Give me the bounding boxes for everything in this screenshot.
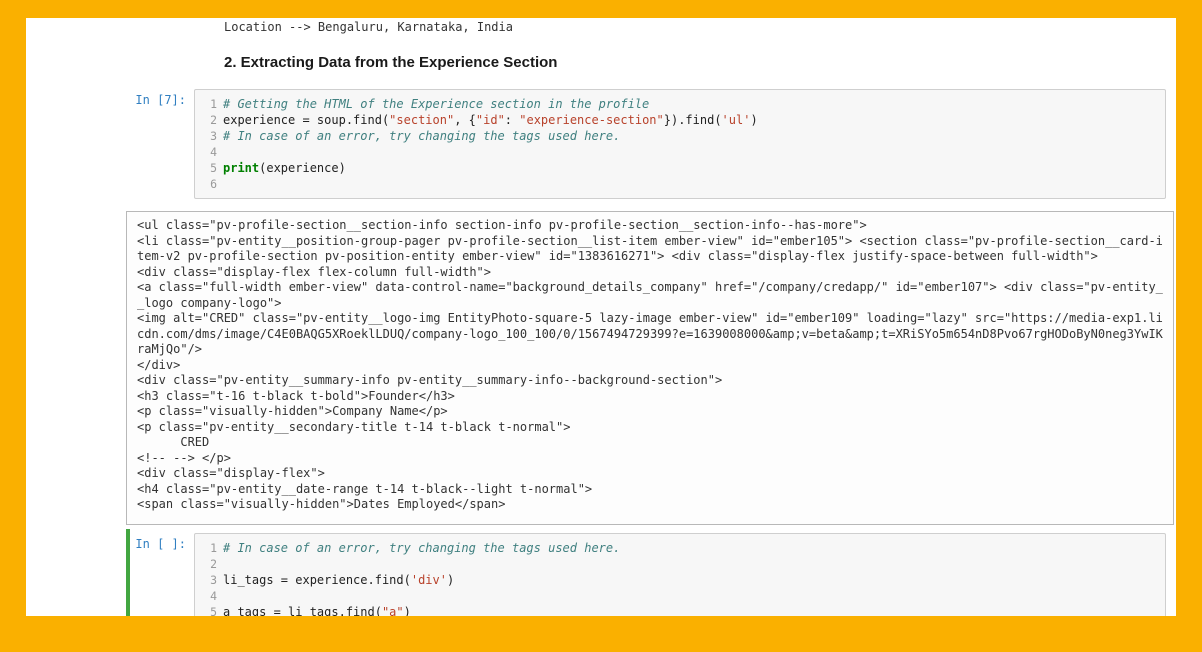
code-input-area[interactable]: 1 2 3 4 5 6 7 # In case of an error, try… xyxy=(194,533,1166,616)
code-cell-7[interactable]: In [7]: 1 2 3 4 5 6 # Getting the HTML o… xyxy=(26,85,1176,203)
cell-output-html[interactable]: <ul class="pv-profile-section__section-i… xyxy=(126,211,1174,525)
code-cell-next[interactable]: In [ ]: 1 2 3 4 5 6 7 # In case of an er… xyxy=(26,529,1176,616)
code-lines[interactable]: # Getting the HTML of the Experience sec… xyxy=(223,96,1157,192)
line-gutter: 1 2 3 4 5 6 xyxy=(199,96,223,192)
code-input-area[interactable]: 1 2 3 4 5 6 # Getting the HTML of the Ex… xyxy=(194,89,1166,199)
markdown-heading: 2. Extracting Data from the Experience S… xyxy=(26,40,1176,85)
notebook-page: Location --> Bengaluru, Karnataka, India… xyxy=(26,18,1176,616)
input-prompt: In [7]: xyxy=(26,89,194,199)
input-prompt: In [ ]: xyxy=(26,533,194,616)
prior-output-line: Location --> Bengaluru, Karnataka, India xyxy=(26,18,1176,40)
line-gutter: 1 2 3 4 5 6 7 xyxy=(199,540,223,616)
code-lines[interactable]: # In case of an error, try changing the … xyxy=(223,540,1157,616)
